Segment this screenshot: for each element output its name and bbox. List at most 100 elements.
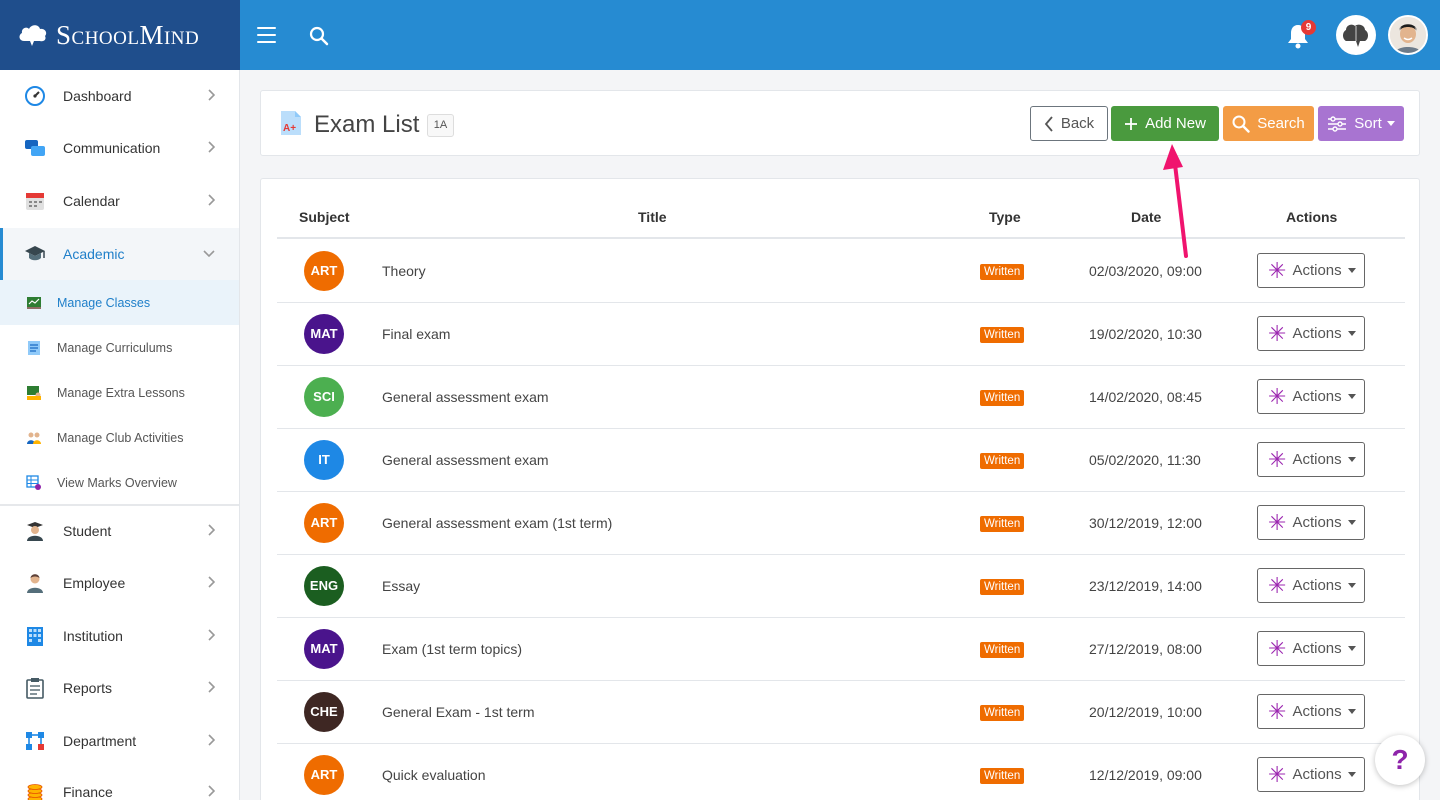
- chevron-right-icon: [208, 734, 215, 746]
- document-list-icon: [28, 340, 40, 355]
- table-row: ART Quick evaluation Written 12/12/2019, 09…: [277, 744, 1405, 800]
- submenu-manage-club-activities[interactable]: Manage Club Activities: [0, 415, 239, 460]
- exam-title[interactable]: Theory: [382, 263, 426, 279]
- actions-dropdown-button[interactable]: ✳ Actions: [1257, 757, 1365, 792]
- chevron-right-icon: [208, 194, 215, 206]
- caret-down-icon: [1347, 646, 1356, 651]
- sidebar-item-finance[interactable]: Finance: [0, 766, 239, 800]
- caret-down-icon: [1347, 583, 1356, 588]
- graduation-cap-icon: [25, 246, 45, 261]
- exam-title[interactable]: Essay: [382, 578, 420, 594]
- column-header-type[interactable]: Type: [989, 209, 1021, 225]
- calendar-icon: [26, 193, 44, 210]
- sliders-icon: [1328, 115, 1347, 132]
- submenu-manage-classes[interactable]: Manage Classes: [0, 280, 239, 325]
- exam-type-badge: Written: [980, 705, 1025, 721]
- exam-date: 27/12/2019, 08:00: [1089, 641, 1202, 657]
- help-button[interactable]: ?: [1375, 735, 1425, 785]
- exam-title[interactable]: General assessment exam: [382, 389, 549, 405]
- exam-title[interactable]: General assessment exam: [382, 452, 549, 468]
- chevron-right-icon: [208, 681, 215, 693]
- sidebar-item-student[interactable]: Student: [0, 505, 239, 557]
- sidebar-item-department[interactable]: Department: [0, 715, 239, 767]
- actions-dropdown-button[interactable]: ✳ Actions: [1257, 253, 1365, 288]
- caret-down-icon: [1347, 709, 1356, 714]
- chevron-right-icon: [208, 576, 215, 588]
- sidebar-item-calendar[interactable]: Calendar: [0, 175, 239, 227]
- sidebar-item-label: Institution: [63, 628, 123, 644]
- exam-date: 23/12/2019, 14:00: [1089, 578, 1202, 594]
- asterisk-icon: ✳: [1268, 761, 1287, 787]
- svg-text:A+: A+: [283, 123, 296, 134]
- sidebar-item-communication[interactable]: Communication: [0, 122, 239, 174]
- actions-dropdown-button[interactable]: ✳ Actions: [1257, 568, 1365, 603]
- asterisk-icon: ✳: [1268, 698, 1287, 724]
- submenu-label: Manage Classes: [57, 295, 151, 310]
- grid-search-icon: [26, 474, 41, 490]
- actions-dropdown-button[interactable]: ✳ Actions: [1257, 694, 1365, 729]
- chevron-down-icon: [203, 250, 215, 257]
- sidebar: Dashboard Communication Calendar Academi…: [0, 70, 240, 800]
- chalkboard-icon: [27, 296, 41, 309]
- actions-label: Actions: [1292, 703, 1342, 720]
- top-bar: SchoolMind 9: [0, 0, 1440, 70]
- search-icon[interactable]: [309, 26, 329, 46]
- menu-toggle-icon[interactable]: [257, 27, 276, 43]
- submenu-manage-extra-lessons[interactable]: Manage Extra Lessons: [0, 370, 239, 415]
- exam-title[interactable]: Quick evaluation: [382, 767, 486, 783]
- subject-avatar: ENG: [304, 566, 344, 606]
- exam-title[interactable]: Final exam: [382, 326, 450, 342]
- actions-dropdown-button[interactable]: ✳ Actions: [1257, 316, 1365, 351]
- submenu-label: View Marks Overview: [57, 475, 177, 490]
- actions-label: Actions: [1292, 388, 1342, 405]
- exam-title[interactable]: Exam (1st term topics): [382, 641, 522, 657]
- add-new-label: Add New: [1145, 115, 1206, 132]
- exam-date: 20/12/2019, 10:00: [1089, 704, 1202, 720]
- column-header-title[interactable]: Title: [638, 209, 667, 225]
- add-new-button[interactable]: Add New: [1111, 106, 1219, 141]
- search-button[interactable]: Search: [1223, 106, 1314, 141]
- chevron-right-icon: [208, 785, 215, 797]
- brand-logo[interactable]: SchoolMind: [0, 0, 240, 70]
- page-title: Exam List: [314, 111, 420, 138]
- actions-dropdown-button[interactable]: ✳ Actions: [1257, 505, 1365, 540]
- sidebar-item-label: Finance: [63, 784, 113, 800]
- user-avatar[interactable]: [1388, 15, 1428, 55]
- sidebar-item-label: Employee: [63, 575, 126, 591]
- sidebar-item-institution[interactable]: Institution: [0, 610, 239, 662]
- actions-label: Actions: [1292, 766, 1342, 783]
- caret-down-icon: [1347, 772, 1356, 777]
- actions-dropdown-button[interactable]: ✳ Actions: [1257, 631, 1365, 666]
- actions-dropdown-button[interactable]: ✳ Actions: [1257, 379, 1365, 414]
- table-row: ART Theory Written 02/03/2020, 09:00 ✳ Action…: [277, 240, 1405, 303]
- exam-title[interactable]: General Exam - 1st term: [382, 704, 535, 720]
- sidebar-item-employee[interactable]: Employee: [0, 557, 239, 609]
- sidebar-item-academic[interactable]: Academic: [0, 228, 239, 280]
- exam-title[interactable]: General assessment exam (1st term): [382, 515, 612, 531]
- institution-avatar[interactable]: [1336, 15, 1376, 55]
- actions-label: Actions: [1292, 577, 1342, 594]
- chevron-right-icon: [208, 89, 215, 101]
- actions-label: Actions: [1292, 262, 1342, 279]
- table-row: IT General assessment exam Written 05/02/20…: [277, 429, 1405, 492]
- actions-dropdown-button[interactable]: ✳ Actions: [1257, 442, 1365, 477]
- caret-down-icon: [1347, 394, 1356, 399]
- sidebar-item-reports[interactable]: Reports: [0, 662, 239, 714]
- subject-avatar: ART: [304, 251, 344, 291]
- sort-dropdown-button[interactable]: Sort: [1318, 106, 1404, 141]
- table-row: ENG Essay Written 23/12/2019, 14:00 ✳ Actions: [277, 555, 1405, 618]
- grade-document-icon: A+: [281, 111, 301, 135]
- exam-table: Subject Title Type Date Actions ART Theor…: [260, 178, 1420, 800]
- submenu-view-marks-overview[interactable]: View Marks Overview: [0, 460, 239, 505]
- org-chart-icon: [26, 732, 44, 750]
- column-header-date[interactable]: Date: [1131, 209, 1161, 225]
- sidebar-item-dashboard[interactable]: Dashboard: [0, 70, 239, 122]
- exam-type-badge: Written: [980, 768, 1025, 784]
- submenu-manage-curriculums[interactable]: Manage Curriculums: [0, 325, 239, 370]
- sort-label: Sort: [1354, 115, 1382, 132]
- caret-down-icon: [1347, 268, 1356, 273]
- sidebar-item-label: Student: [63, 523, 112, 539]
- exam-type-badge: Written: [980, 327, 1025, 343]
- column-header-subject[interactable]: Subject: [299, 209, 350, 225]
- back-button[interactable]: Back: [1030, 106, 1108, 141]
